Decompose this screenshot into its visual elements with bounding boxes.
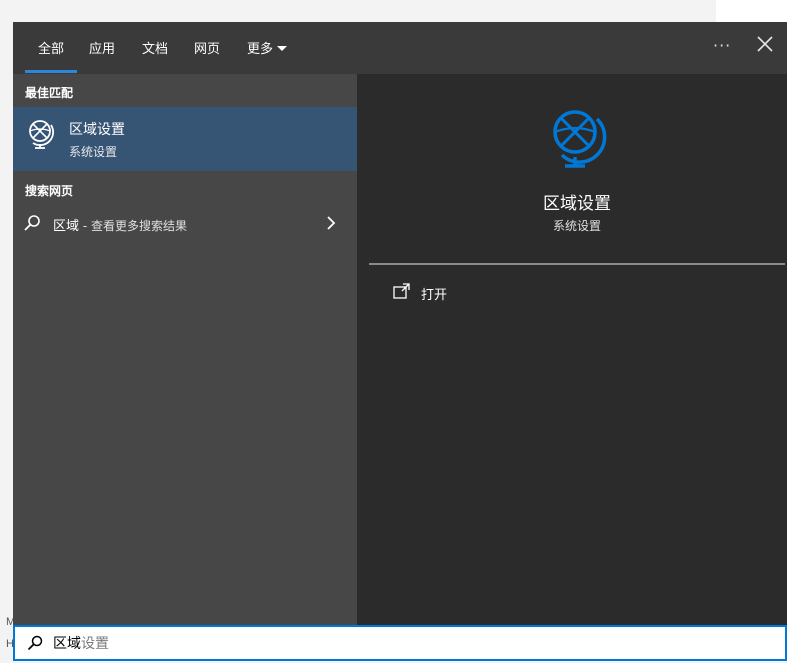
preview-title: 区域设置 [543,194,611,214]
preview-divider [369,263,785,265]
preview-pane: 区域设置 系统设置 打开 [369,87,787,625]
chevron-down-icon [277,46,288,51]
active-tab-indicator [25,70,77,73]
results-list: 最佳匹配 区域设置 系统设置 搜索网页 区域 - 查看更多搜索结果 [13,74,357,625]
search-autocomplete: 设置 [81,636,109,652]
tab-documents[interactable]: 文档 [142,38,168,57]
tab-bar: 全部 应用 文档 网页 更多 ··· [13,22,787,74]
chevron-right-icon[interactable] [325,216,337,230]
globe-icon [29,120,54,149]
search-web-heading: 搜索网页 [25,184,74,198]
ellipsis-icon[interactable]: ··· [713,36,731,55]
search-panel: 全部 应用 文档 网页 更多 ··· 最佳匹配 区域设置 系统设置 搜索网页 区… [13,22,787,625]
best-match-heading: 最佳匹配 [25,86,74,100]
web-search-text: 区域 - 查看更多搜索结果 [53,215,187,234]
open-icon [393,283,410,299]
tab-web[interactable]: 网页 [194,38,220,57]
preview-subtitle: 系统设置 [552,219,601,233]
preview-header: 区域设置 系统设置 [369,87,787,263]
search-typed-text: 区域 [53,636,81,652]
tab-apps[interactable]: 应用 [89,38,115,57]
globe-icon [553,110,607,168]
tab-more[interactable]: 更多 [247,38,288,57]
best-match-item[interactable]: 区域设置 系统设置 [13,107,357,171]
close-icon[interactable] [755,34,775,54]
web-search-suffix: - 查看更多搜索结果 [79,219,187,233]
open-action[interactable]: 打开 [389,283,509,305]
search-icon [27,635,43,651]
search-input[interactable]: 区域设置 [53,633,109,653]
open-action-label: 打开 [421,288,448,303]
web-search-query: 区域 [53,219,80,234]
desktop-corner [716,0,787,22]
search-box[interactable]: 区域设置 [13,625,787,661]
search-icon [24,215,40,231]
tab-more-label: 更多 [247,42,274,57]
best-match-subtitle: 系统设置 [69,145,118,159]
tab-all[interactable]: 全部 [38,38,64,57]
web-search-item[interactable]: 区域 - 查看更多搜索结果 [13,208,357,240]
best-match-title: 区域设置 [69,122,125,138]
